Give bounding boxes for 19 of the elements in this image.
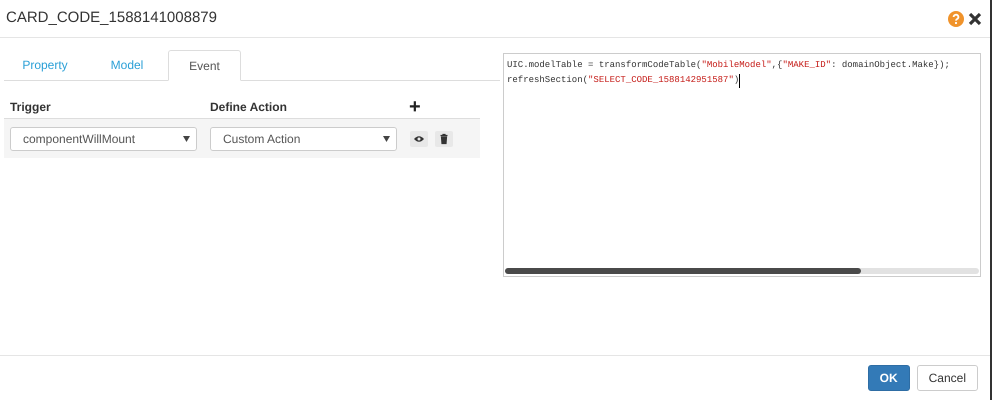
eye-icon[interactable] [410,130,428,146]
dialog-button[interactable]: Cancel [916,365,978,391]
action-select[interactable]: Custom Action [210,126,397,150]
dropdown-caret-icon [383,136,390,142]
tab[interactable]: Event [168,50,241,81]
dropdown-caret-icon [183,136,190,142]
text-cursor [739,74,740,88]
column-header: Trigger [9,98,52,116]
trigger-select[interactable]: componentWillMount [10,126,197,150]
code-line: refreshSection("SELECT_CODE_1588142951587") [507,74,740,87]
code-line: UIC.modelTable = transformCodeTable("MobileModel",{"MAKE_ID": domainObject.Make}); [507,59,950,72]
trash-icon[interactable] [435,130,453,146]
horizontal-scrollbar[interactable] [505,268,979,274]
column-header: Define Action [209,98,288,116]
dialog-button[interactable]: OK [868,365,910,391]
dialog-title: CARD_CODE_1588141008879 [6,8,217,28]
add-button[interactable]: + [409,96,421,116]
close-icon[interactable] [968,12,982,26]
scrollbar-thumb[interactable] [505,268,860,274]
